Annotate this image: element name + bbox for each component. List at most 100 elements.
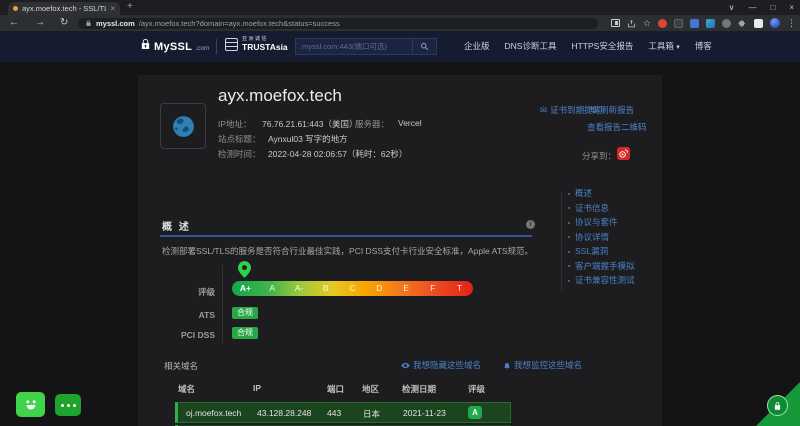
refresh-icon: ↻ [590,104,598,115]
ats-status-badge: 合规 [232,307,258,319]
ats-label: ATS [198,310,215,320]
nav-item-blog[interactable]: 博客 [695,40,712,52]
grade-a-plus: A+ [239,283,251,293]
refresh-report-link[interactable]: ↻ 刷新报告 [590,104,634,116]
bell-icon [504,362,510,369]
row-domain[interactable]: oj.moefox.tech [186,408,241,418]
col-port: 端口 [327,384,345,394]
chat-more-button[interactable] [55,394,81,416]
site-title-label: 站点标题： [218,134,261,144]
overview-section-title: 概 述 [162,222,191,233]
col-date: 检测日期 [402,384,437,394]
search-input[interactable] [296,39,412,54]
chat-smiley-button[interactable] [16,392,45,417]
browser-menu-icon[interactable]: ⋮ [787,15,796,31]
hide-domains-link[interactable]: 我想隐藏这些域名 [401,359,481,371]
grade-marker-pin-icon [238,261,251,278]
grade-a-minus: A- [294,283,304,293]
window-menu-icon[interactable]: ∨ [729,0,735,15]
browser-tab[interactable]: ayx.moefox.tech - SSL/TLS安全 × [8,2,120,15]
server-label: 服务器： [355,119,390,129]
share-icon[interactable] [627,19,636,28]
col-grade: 评级 [468,384,486,394]
chevron-down-icon: ▾ [676,44,680,51]
rating-label: 评级 [197,287,215,297]
nav-item-enterprise[interactable]: 企业版 [464,40,490,52]
url-path: /ayx.moefox.tech?domain=ayx.moefox.tech&… [138,18,340,28]
view-qrcode-link[interactable]: 查看报告二维码 [587,121,647,133]
nav-item-https-report[interactable]: HTTPS安全报告 [571,40,633,52]
search-button[interactable] [412,39,436,54]
grade-scale-bar: A+ A A- B C D E F T [232,281,473,296]
site-favicon-box [160,103,206,149]
envelope-icon: ✉ [540,104,548,115]
extension-grey-icon[interactable] [722,18,731,28]
row-grade-badge: A [468,406,482,419]
extension-blue-icon[interactable] [690,18,699,28]
eye-icon [401,362,410,368]
tab-close-icon[interactable]: × [110,2,115,15]
monitor-domains-link[interactable]: 我想监控这些域名 [503,359,582,371]
extension-teal-icon[interactable] [706,18,715,28]
overview-description: 检测部署SSL/TLS的服务是否符合行业最佳实践，PCI DSS支付卡行业安全标… [162,246,534,256]
report-card: ayx.moefox.tech IP地址： 76.76.21.61:443（美国… [138,75,662,426]
toc-item-cert-compat[interactable]: 证书兼容性测试 [568,276,635,285]
row-ip: 43.128.28.248 [257,408,312,418]
browser-toolbar: ← → ↻ myssl.com /ayx.moefox.tech?domain=… [0,15,800,31]
ip-label: IP地址： [218,119,252,129]
info-icon[interactable]: i [526,220,535,229]
rating-divider [222,265,223,343]
side-panel-icon[interactable] [610,19,620,27]
ip-value: 76.76.21.61:443（美国） [262,119,358,129]
weibo-share-icon[interactable] [617,147,630,160]
row-port: 443 [327,408,342,418]
grade-e: E [403,283,409,293]
new-tab-button[interactable]: + [127,1,133,12]
extension-red-icon[interactable] [658,18,667,28]
toc-item-cert-info[interactable]: 证书信息 [568,203,635,213]
nav-item-dns-tools[interactable]: DNS诊断工具 [505,40,557,52]
domain-search-box [295,38,437,55]
col-domain: 域名 [178,384,196,394]
extension-dark-icon[interactable] [674,18,683,28]
page-body: MySSL .com 亚洲诚信 TRUSTAsia 企业版 DNS诊断工具 [0,31,800,426]
scan-time-value: 2022-04-28 02:06:57（耗时：62秒） [268,149,408,159]
address-bar[interactable]: myssl.com /ayx.moefox.tech?domain=ayx.mo… [78,17,598,29]
toc-item-ssl-vulns[interactable]: SSL漏洞 [568,247,635,256]
brand-suffix: .com [195,45,210,52]
avatar[interactable] [770,18,780,28]
back-icon[interactable]: ← [9,17,19,29]
window-close-icon[interactable]: × [789,0,794,15]
trustasia-logo[interactable]: 亚洲诚信 TRUSTAsia [225,37,288,52]
toc-item-overview[interactable]: 概述 [568,189,635,198]
page-toc: 概述 证书信息 协议与套件 协议详情 SSL漏洞 客户端握手模拟 证书兼容性测试 [568,189,635,285]
pci-status-badge: 合规 [232,327,258,339]
reload-icon[interactable]: ↻ [60,17,68,29]
col-region: 地区 [362,384,380,394]
browser-tab-strip: ayx.moefox.tech - SSL/TLS安全 × + ∨ — □ × [0,0,800,15]
bookmark-star-icon[interactable]: ☆ [643,15,651,31]
window-maximize-icon[interactable]: □ [770,0,775,15]
row-region: 日本 [363,409,381,419]
myssl-logo[interactable]: MySSL .com [140,38,209,53]
toc-item-handshake-sim[interactable]: 客户端握手模拟 [568,261,635,271]
page-title: ayx.moefox.tech [218,86,342,105]
grade-a: A [269,283,275,293]
window-minimize-icon[interactable]: — [748,0,756,15]
pci-dss-label: PCI DSS [180,330,215,340]
site-title-value: Aynxul03 写字的地方 [268,134,348,144]
globe-icon [172,115,194,137]
grade-f: F [430,283,436,293]
profile-icon[interactable] [754,18,763,28]
brand-name: MySSL [154,41,193,53]
forward-icon[interactable]: → [35,17,45,29]
browser-window: ayx.moefox.tech - SSL/TLS安全 × + ∨ — □ × … [0,0,800,426]
lock-icon [86,20,91,26]
nav-item-toolbox[interactable]: 工具箱 ▾ [648,40,679,52]
toc-item-protocol-details[interactable]: 协议详情 [568,232,635,242]
row-date: 2021-11-23 [403,408,446,418]
grade-c: C [349,283,356,293]
toc-item-protocols-suites[interactable]: 协议与套件 [568,218,635,227]
extensions-puzzle-icon[interactable] [738,19,747,28]
myssl-site-seal[interactable] [767,395,788,416]
